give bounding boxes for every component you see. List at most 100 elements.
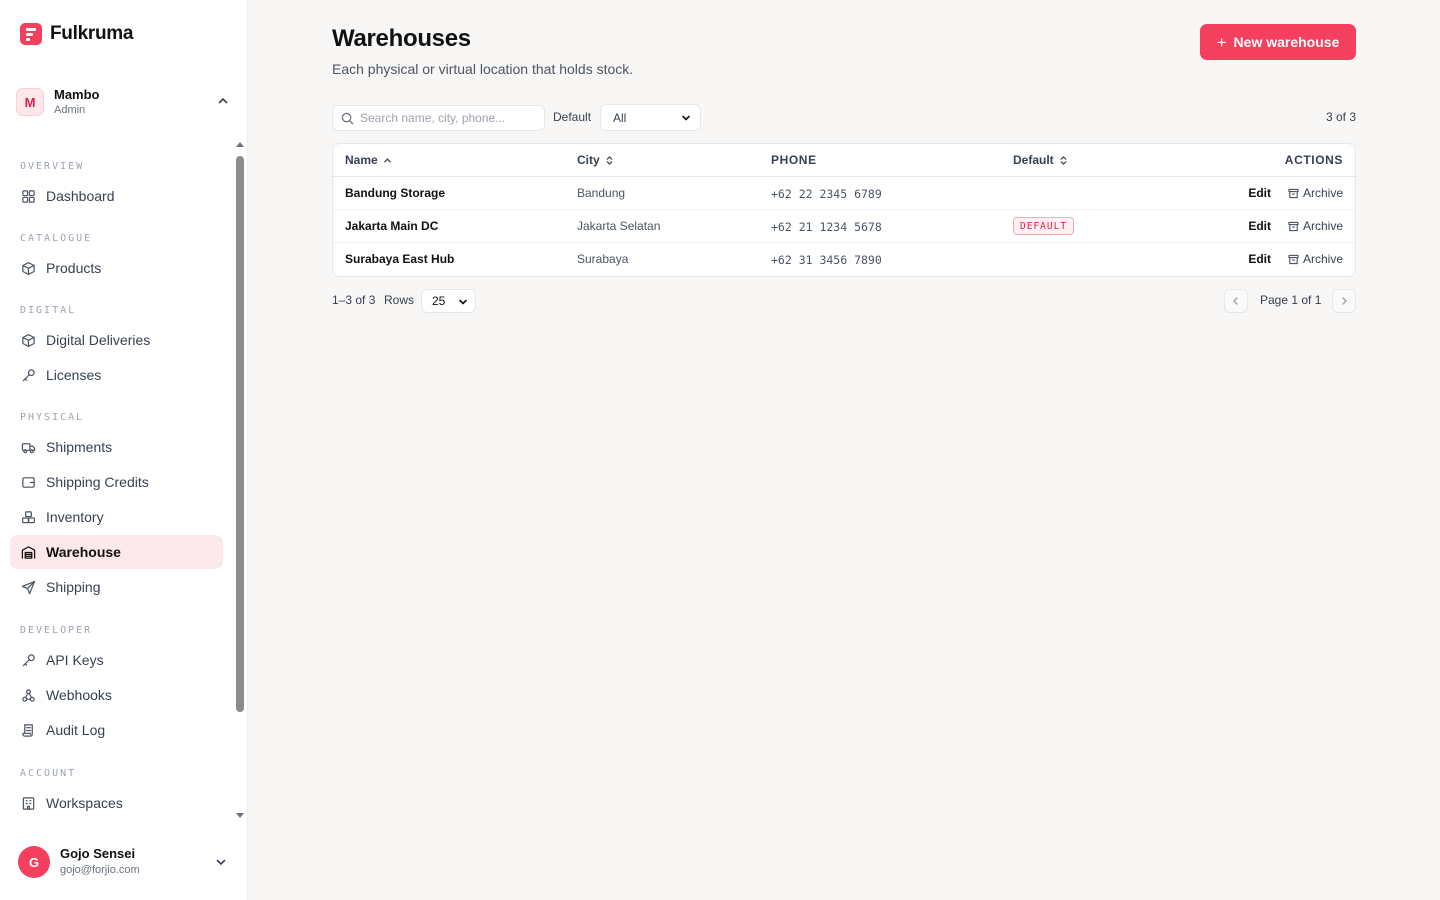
nav-section-overview: OVERVIEW (20, 161, 85, 172)
user-name: Gojo Sensei (60, 845, 136, 861)
warehouse-name[interactable]: Jakarta Main DC (345, 219, 438, 233)
truck-icon (20, 439, 36, 455)
edit-button[interactable]: Edit (1248, 186, 1271, 200)
send-icon (20, 579, 36, 595)
package-icon (20, 260, 36, 276)
sidebar-item-shipping[interactable]: Shipping (10, 570, 223, 604)
sidebar-item-api-keys[interactable]: API Keys (10, 643, 223, 677)
new-warehouse-button[interactable]: + New warehouse (1200, 24, 1356, 60)
table-header: Name City PHONE Default ACTIONS (333, 144, 1355, 177)
warehouses-table: Name City PHONE Default ACTIONS Bandung … (332, 143, 1356, 277)
column-actions-header: ACTIONS (1284, 153, 1343, 167)
previous-page-button[interactable] (1224, 289, 1248, 313)
user-email: gojo@forjio.com (60, 864, 140, 877)
column-name-header[interactable]: Name (345, 153, 392, 167)
sidebar-item-label: Licenses (46, 367, 102, 383)
sidebar-item-products[interactable]: Products (10, 251, 223, 285)
default-filter-select[interactable]: All (600, 104, 701, 131)
warehouse-city: Surabaya (577, 252, 629, 266)
nav-section-physical: PHYSICAL (20, 412, 85, 423)
scrollbar-thumb[interactable] (236, 156, 244, 712)
default-filter-label: Default (553, 110, 592, 124)
sidebar-item-label: Warehouse (46, 544, 121, 560)
archive-icon (1288, 254, 1299, 264)
scroll-icon (20, 722, 36, 738)
table-row[interactable]: Surabaya East Hub Surabaya +62 31 3456 789… (333, 243, 1355, 276)
chevron-right-icon (1342, 297, 1347, 305)
sidebar-item-dashboard[interactable]: Dashboard (10, 179, 223, 213)
edit-button[interactable]: Edit (1248, 252, 1271, 266)
archive-icon (1288, 188, 1299, 198)
archive-icon (1288, 221, 1299, 231)
column-phone-header: PHONE (771, 153, 817, 167)
sidebar-item-label: Workspaces (46, 795, 123, 811)
fulkruma-logo-icon (20, 23, 42, 45)
sidebar-item-warehouse[interactable]: Warehouse (10, 535, 223, 569)
warehouse-icon (20, 544, 36, 560)
boxes-icon (20, 509, 36, 525)
default-badge: DEFAULT (1013, 217, 1075, 235)
nav-section-catalogue: CATALOGUE (20, 233, 93, 244)
sidebar-item-shipping-credits[interactable]: Shipping Credits (10, 465, 223, 499)
edit-button[interactable]: Edit (1248, 219, 1271, 233)
sort-asc-icon (383, 157, 391, 162)
plus-icon: + (1216, 32, 1227, 52)
workspace-avatar: M (16, 88, 44, 116)
search-box[interactable] (332, 105, 545, 131)
sidebar-item-workspaces[interactable]: Workspaces (10, 786, 223, 820)
scroll-up-arrow[interactable] (236, 142, 244, 147)
brand[interactable]: Fulkruma (20, 22, 133, 46)
result-count: 3 of 3 (1325, 110, 1356, 124)
archive-label: Archive (1302, 252, 1343, 266)
table-row[interactable]: Jakarta Main DC Jakarta Selatan +62 21 123… (333, 210, 1355, 243)
sidebar-scrollbar[interactable] (234, 140, 246, 820)
user-menu[interactable]: G Gojo Sensei gojo@forjio.com (18, 845, 238, 879)
sidebar-item-label: Digital Deliveries (46, 332, 151, 348)
package-icon (20, 332, 36, 348)
workspace-switcher[interactable]: M Mambo Admin (16, 84, 234, 120)
rows-per-page-label: Rows (384, 293, 415, 307)
page-subtitle: Each physical or virtual location that h… (332, 61, 634, 77)
archive-label: Archive (1302, 219, 1343, 233)
key-icon (20, 652, 36, 668)
sidebar: Fulkruma M Mambo Admin OVERVIEW Dashboard… (0, 0, 248, 900)
nav-section-account: ACCOUNT (20, 768, 77, 779)
sidebar-item-shipments[interactable]: Shipments (10, 430, 223, 464)
warehouse-name[interactable]: Surabaya East Hub (345, 252, 454, 266)
warehouse-phone: +62 22 2345 6789 (771, 187, 882, 201)
sidebar-item-digital-deliveries[interactable]: Digital Deliveries (10, 323, 223, 357)
archive-button[interactable]: Archive (1288, 219, 1343, 233)
archive-button[interactable]: Archive (1288, 186, 1343, 200)
chevron-left-icon (1233, 297, 1238, 305)
warehouse-name[interactable]: Bandung Storage (345, 186, 445, 200)
sidebar-item-label: Shipping (46, 579, 101, 595)
scroll-down-arrow[interactable] (236, 813, 244, 818)
user-avatar: G (18, 846, 50, 878)
sidebar-item-webhooks[interactable]: Webhooks (10, 678, 223, 712)
search-icon (341, 112, 354, 124)
default-filter-value: All (613, 110, 627, 125)
page-indicator: Page 1 of 1 (1260, 293, 1322, 307)
sidebar-item-licenses[interactable]: Licenses (10, 358, 223, 392)
sidebar-item-label: Inventory (46, 509, 104, 525)
column-default-header[interactable]: Default (1013, 153, 1068, 167)
column-city-header[interactable]: City (577, 153, 614, 167)
sidebar-item-audit-log[interactable]: Audit Log (10, 713, 223, 747)
pagination-range: 1–3 of 3 (332, 293, 376, 307)
search-input[interactable] (360, 111, 530, 125)
rows-per-page-value: 25 (432, 294, 446, 308)
chevron-up-icon (218, 97, 228, 104)
archive-button[interactable]: Archive (1288, 252, 1343, 266)
sidebar-nav: OVERVIEW Dashboard CATALOGUE Products DIGITA… (0, 140, 234, 820)
dashboard-icon (20, 188, 36, 204)
webhook-icon (20, 687, 36, 703)
building-icon (20, 795, 36, 811)
next-page-button[interactable] (1332, 289, 1356, 313)
warehouse-city: Jakarta Selatan (577, 219, 661, 233)
page-title: Warehouses (332, 25, 471, 52)
new-warehouse-label: New warehouse (1233, 34, 1340, 50)
workspace-name: Mambo (54, 86, 100, 102)
table-row[interactable]: Bandung Storage Bandung +62 22 2345 6789 Ed… (333, 177, 1355, 210)
rows-per-page-select[interactable]: 25 (421, 289, 476, 313)
sidebar-item-inventory[interactable]: Inventory (10, 500, 223, 534)
